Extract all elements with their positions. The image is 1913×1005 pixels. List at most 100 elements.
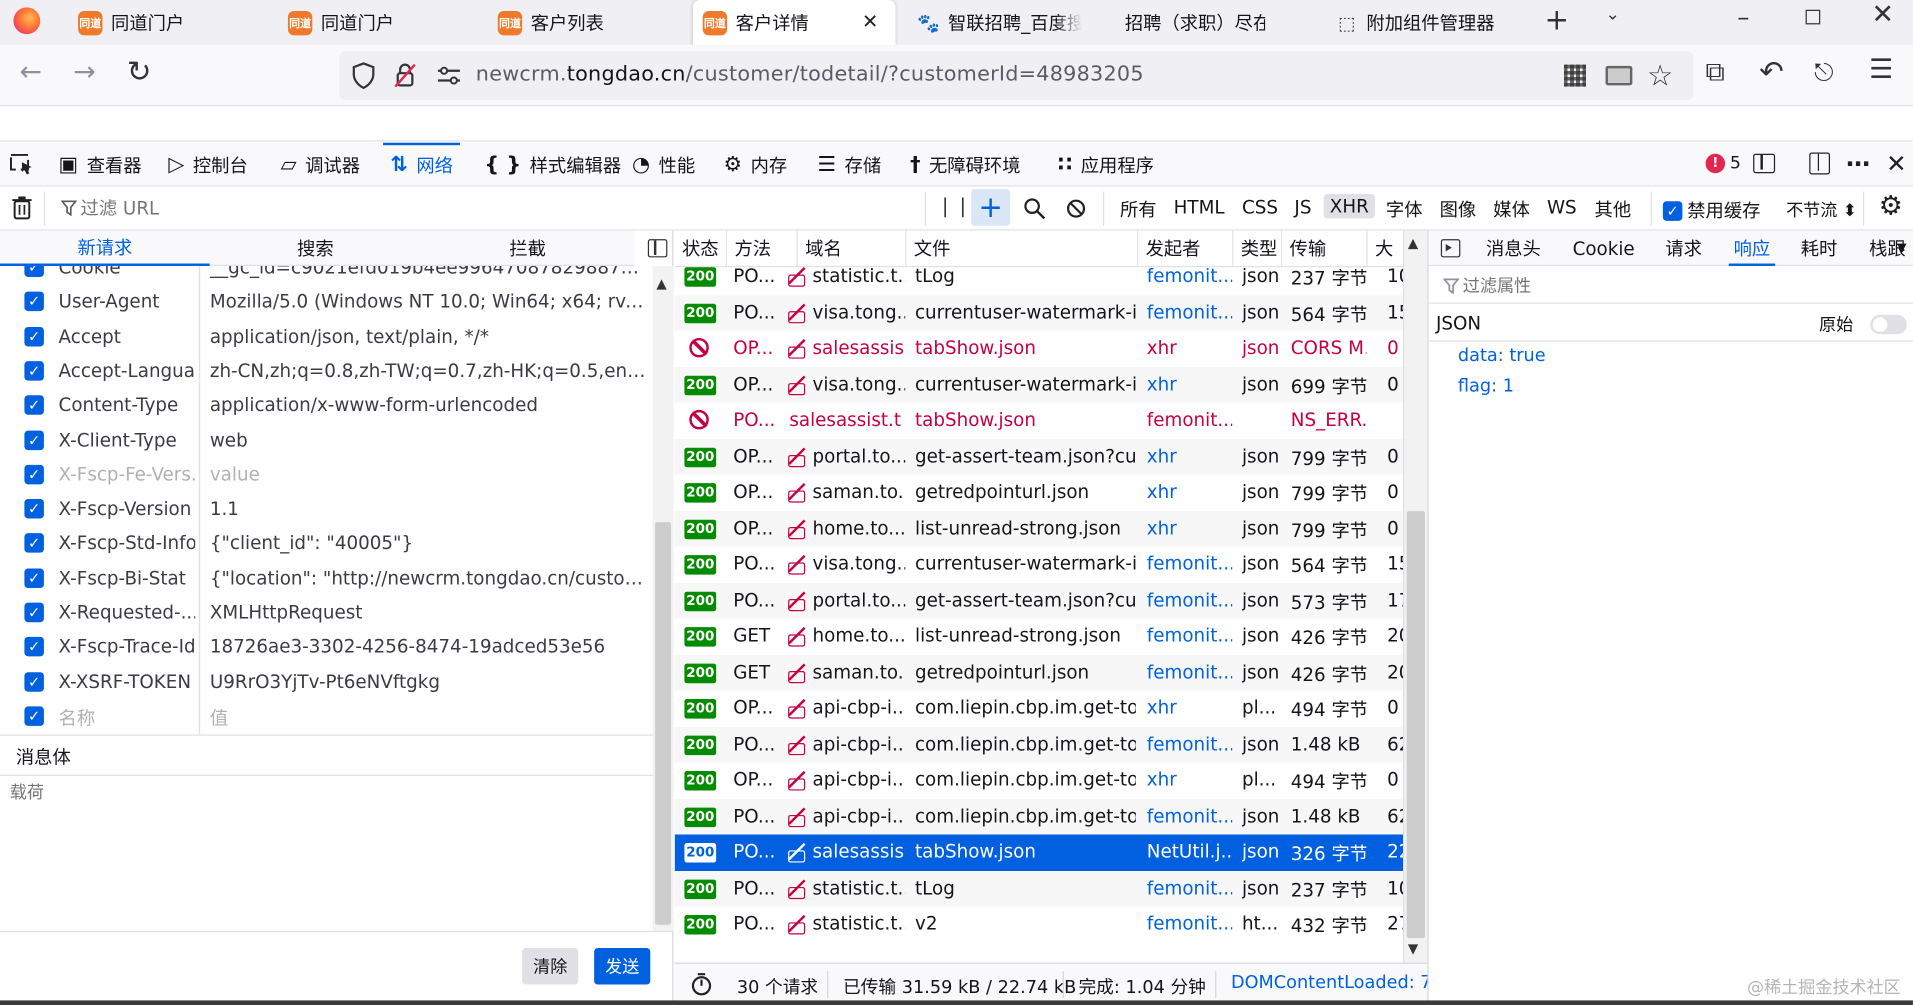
new-request-subtab[interactable]: 新请求 [0,230,210,266]
settings-gear-icon[interactable]: ⚙ [1879,192,1903,223]
dock-side-icon[interactable] [1809,152,1830,175]
header-value[interactable]: value [210,463,649,485]
header-name[interactable]: Cookie [59,266,196,278]
payload-textarea[interactable] [9,779,645,926]
request-row[interactable]: 200 PO... visa.tong... currentuser-watermar… [675,547,1404,583]
header-enabled-checkbox[interactable]: ✓ [24,360,44,381]
browser-tab[interactable]: 同道 客户列表 [488,0,683,45]
request-row[interactable]: 200 PO... salesassis... tabShow.json NetUtil… [674,834,1405,871]
browser-tab[interactable]: 同道 同道门户 [68,0,263,45]
header-enabled-checkbox[interactable]: ✓ [24,499,44,519]
split-console-icon[interactable] [1753,153,1776,174]
details-tab[interactable]: 请求 [1665,231,1702,266]
column-header[interactable]: 发起者 [1138,230,1234,268]
element-picker-icon[interactable] [10,153,34,176]
request-row[interactable]: 200 PO... statistic.t... v2 femonit... ht... 4… [675,906,1404,942]
header-value[interactable]: web [210,429,649,451]
request-row[interactable]: OP... salesassis... tabShow.json xhr json COR… [675,331,1405,367]
header-value[interactable]: U9RrO3YjTv-Pt6eNVftgkg [210,671,649,693]
header-enabled-checkbox[interactable]: ✓ [24,533,44,554]
header-value[interactable]: __gc_id=c9021efd019b4ee99647087829887780… [210,266,649,278]
minimize-icon[interactable]: – [1737,2,1749,31]
browser-tab[interactable]: 同道 同道门户 [278,0,473,45]
throttle-select[interactable]: 不节流 ⬍ [1786,198,1857,222]
header-name[interactable]: X-Client-Type [59,429,196,451]
request-row[interactable]: 200 GET home.to... list-unread-strong.json f… [675,619,1404,655]
column-header[interactable]: 大 [1367,230,1405,268]
header-value[interactable]: 值 [210,705,649,731]
tab-list-chevron-icon[interactable]: ⌄ [1606,5,1620,25]
request-row[interactable]: 200 PO... api-cbp-i... com.liepin.cbp.im.ge… [674,798,1405,835]
devtools-tab[interactable]: ▣ 查看器 [59,143,142,187]
filter-type-button[interactable]: 其他 [1595,196,1632,222]
filter-type-button[interactable]: XHR [1323,193,1375,219]
devtools-tab[interactable]: ∷ 应用程序 [1058,143,1154,187]
details-tab[interactable]: 消息头 [1486,231,1541,266]
header-name[interactable]: X-Fscp-Trace-Id [59,636,196,658]
column-header[interactable]: 文件 [906,230,1139,268]
back-icon[interactable]: ← [20,57,42,88]
request-row[interactable]: 200 PO... api-cbp-i... com.liepin.cbp.im.ge… [674,726,1405,763]
header-value[interactable]: zh-CN,zh;q=0.8,zh-TW;q=0.7,zh-HK;q=0.5,e… [210,360,649,382]
column-header[interactable]: 方法 [727,230,798,268]
search-icon[interactable] [1024,198,1046,220]
header-value[interactable]: application/x-www-form-urlencoded [210,394,649,416]
column-header[interactable]: 状态 [674,230,728,268]
qr-code-icon[interactable] [1564,64,1586,87]
header-name[interactable]: Accept [59,325,196,347]
filter-type-button[interactable]: CSS [1242,196,1278,218]
header-name[interactable]: User-Agent [59,291,196,313]
devtools-tab[interactable]: ◔ 性能 [632,143,695,187]
window-close-icon[interactable]: ✕ [1871,0,1893,31]
devtools-tab[interactable]: ☰ 存储 [817,143,881,187]
headers-scrollbar[interactable]: ▲ ▼ [652,265,674,931]
request-row[interactable]: 200 OP... portal.to... get-assert-team.json… [674,438,1405,475]
json-property[interactable]: data: true [1458,346,1546,366]
details-tab[interactable]: 响应 [1728,231,1776,266]
header-name[interactable]: X-XSRF-TOKEN [59,671,196,693]
request-row[interactable]: 200 OP... visa.tong... currentuser-watermar… [674,366,1405,403]
disable-cache-checkbox[interactable]: ✓ 禁用缓存 [1662,198,1760,224]
new-request-subtab[interactable]: 拦截 [420,230,635,266]
header-value[interactable]: Mozilla/5.0 (Windows NT 10.0; Win64; x64… [210,291,649,313]
header-enabled-checkbox[interactable]: ✓ [24,395,44,416]
block-icon[interactable] [1066,199,1086,219]
filter-url-input[interactable] [80,195,813,223]
header-enabled-checkbox[interactable]: ✓ [24,291,44,312]
raw-toggle[interactable] [1870,314,1907,335]
details-tab[interactable]: Cookie [1573,231,1635,266]
header-enabled-checkbox[interactable]: ✓ [24,706,44,726]
column-header[interactable]: 域名 [797,230,907,268]
more-options-icon[interactable]: ⋯ [1846,149,1870,178]
forward-icon[interactable]: → [73,57,95,88]
request-row[interactable]: 200 OP... api-cbp-i... com.liepin.cbp.im.ge… [675,691,1405,727]
header-value[interactable]: application/json, text/plain, */* [210,325,649,347]
browser-tab[interactable]: 🐾 智联招聘_百度搜索 [908,0,1103,45]
extensions-puzzle-icon[interactable]: ⎋ [1814,57,1833,86]
close-tab-icon[interactable]: ✕ [862,10,878,33]
devtools-tab[interactable]: ▱ 调试器 [281,143,360,187]
filter-type-button[interactable]: 所有 [1120,196,1157,222]
clear-button[interactable]: 清除 [522,947,579,985]
devtools-tab[interactable]: † 无障碍环境 [910,143,1020,187]
header-value[interactable]: XMLHttpRequest [210,601,649,623]
filter-type-button[interactable]: WS [1547,196,1577,218]
request-table-scrollbar[interactable]: ▲ ▼ [1403,230,1428,963]
header-enabled-checkbox[interactable]: ✓ [24,430,44,450]
header-enabled-checkbox[interactable]: ✓ [24,326,44,346]
request-row[interactable]: PO... salesassist.t... tabShow.json femonit… [675,403,1405,439]
trash-icon[interactable] [12,196,32,220]
header-name[interactable]: 名称 [59,705,196,731]
header-name[interactable]: X-Fscp-Version [59,498,196,520]
send-button[interactable]: 发送 [594,947,651,985]
filter-type-button[interactable]: JS [1294,196,1311,218]
header-enabled-checkbox[interactable]: ✓ [24,637,44,657]
request-row[interactable]: 200 PO... statistic.t... tLog femonit... json… [674,870,1405,907]
pause-icon[interactable]: | | [942,194,969,217]
header-name[interactable]: X-Requested-... [59,601,196,623]
address-bar[interactable]: newcrm.tongdao.cn/customer/todetail/?cus… [339,51,1694,101]
insecure-lock-icon[interactable] [393,62,417,89]
request-row[interactable]: 200 OP... home.to... list-unread-strong.jso… [674,510,1405,547]
header-name[interactable]: Content-Type [59,394,196,416]
header-value[interactable]: {"location": "http://newcrm.tongdao.cn/c… [210,567,649,589]
